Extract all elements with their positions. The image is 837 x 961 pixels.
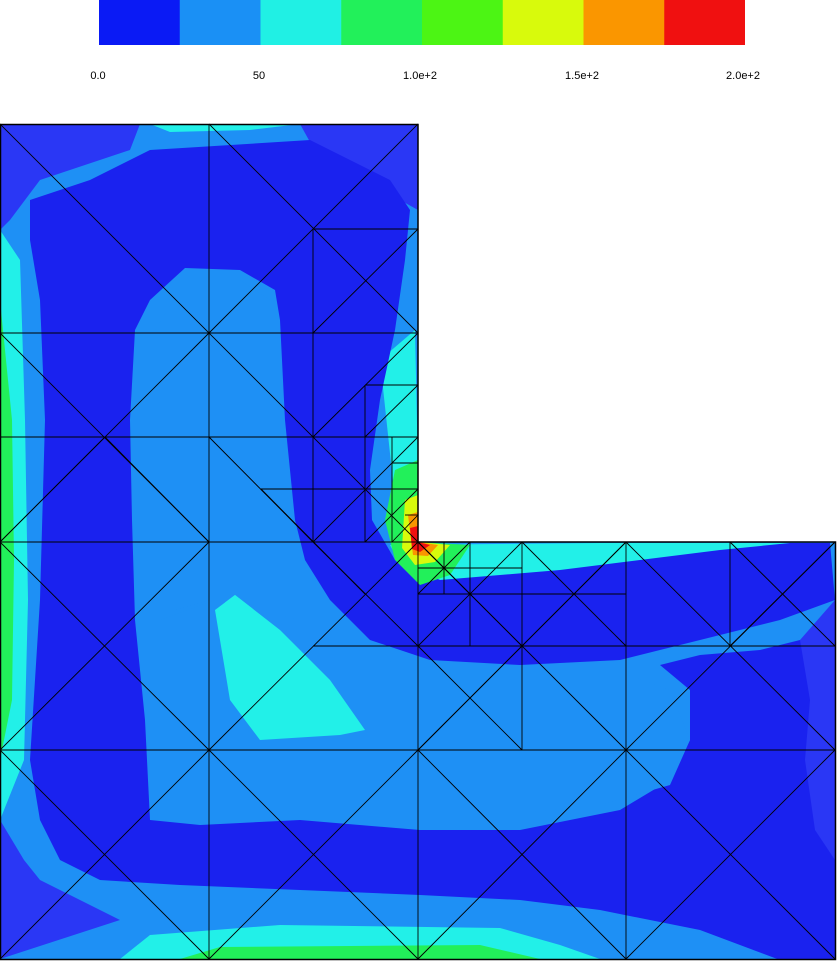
contour-band-green xyxy=(180,945,540,959)
contour-plot xyxy=(0,123,837,961)
